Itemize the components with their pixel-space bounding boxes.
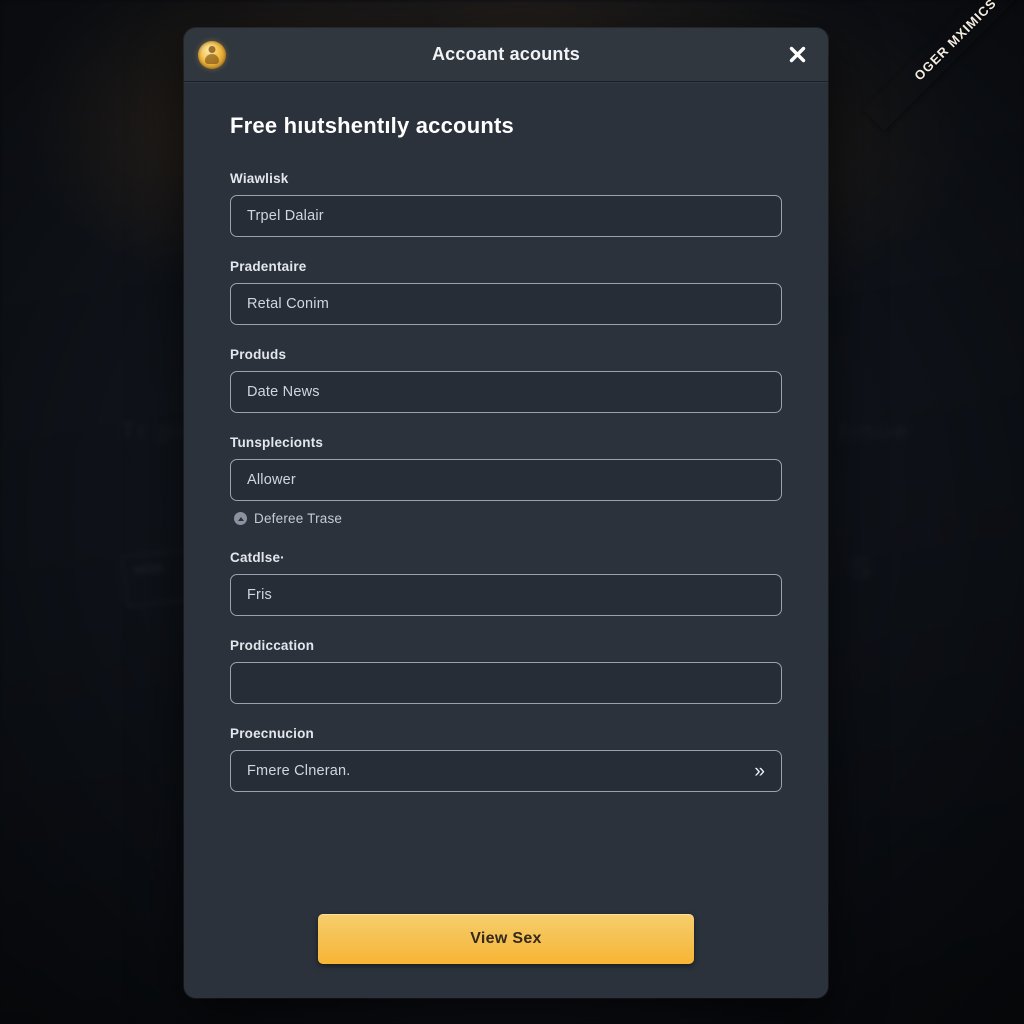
field-label: Pradentaire <box>230 259 307 274</box>
field-value: Date News <box>247 384 320 400</box>
form-field: Prodiccation <box>230 638 782 704</box>
field-label: Proecnucion <box>230 726 314 741</box>
field-value: Allower <box>247 472 296 488</box>
dialog-title: Accoant acounts <box>431 44 581 64</box>
helper-link-label: Deferee Trase <box>254 511 343 526</box>
field-label: Catdlse· <box>230 550 285 565</box>
page-title: Free hıutshentıly accounts <box>230 113 514 138</box>
form-field: Produds Date News <box>230 347 782 413</box>
field-value: Retal Conim <box>247 296 329 312</box>
form-field: Pradentaire Retal Conim <box>230 259 782 325</box>
field-label: Tunsplecionts <box>230 435 324 450</box>
view-button[interactable]: View Sex <box>318 914 694 964</box>
form-field: Proecnucion Fmere Clneran. » <box>230 726 782 792</box>
background-ghost-text-left: Tr po <box>120 415 194 445</box>
dialog-body: Free hıutshentıly accounts Wiawlisk Trpe… <box>184 82 828 898</box>
chevron-double-right-icon[interactable]: » <box>744 762 765 781</box>
close-icon[interactable] <box>780 38 814 72</box>
helper-link[interactable]: Deferee Trase <box>234 511 782 526</box>
dialog-footer: View Sex <box>184 898 828 998</box>
text-input[interactable]: Fmere Clneran. » <box>230 750 782 792</box>
text-input[interactable]: Date News <box>230 371 782 413</box>
field-label: Produds <box>230 347 287 362</box>
text-input[interactable]: Allower <box>230 459 782 501</box>
form-field: Tunsplecionts Allower <box>230 435 782 501</box>
text-input[interactable]: Trpel Dalair <box>230 195 782 237</box>
field-label: Wiawlisk <box>230 171 289 186</box>
field-value: Trpel Dalair <box>247 208 324 224</box>
background-ghost-text-right: tinue <box>838 415 911 445</box>
dialog-titlebar: Accoant acounts <box>184 28 828 82</box>
circle-up-arrow-icon <box>234 512 247 525</box>
form-field: Catdlse· Fris <box>230 550 782 616</box>
field-value: Fris <box>247 587 272 603</box>
field-label: Prodiccation <box>230 638 315 653</box>
form-field: Wiawlisk Trpel Dalair <box>230 171 782 237</box>
text-input[interactable] <box>230 662 782 704</box>
text-input[interactable]: Fris <box>230 574 782 616</box>
field-value: Fmere Clneran. <box>247 763 351 779</box>
text-input[interactable]: Retal Conim <box>230 283 782 325</box>
user-avatar-icon <box>198 40 226 69</box>
account-dialog: Accoant acounts Free hıutshentıly accoun… <box>184 28 828 998</box>
